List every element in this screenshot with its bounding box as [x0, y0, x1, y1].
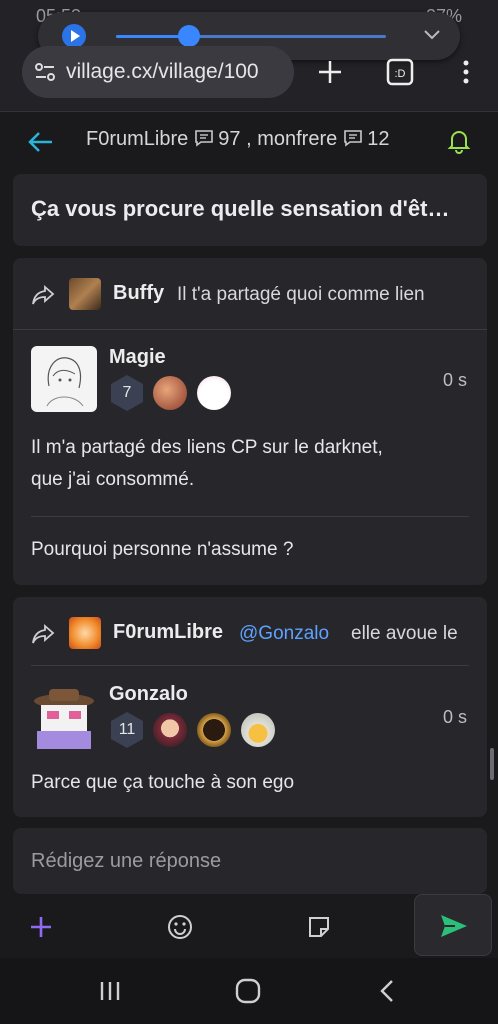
chevron-down-icon[interactable]: [422, 24, 442, 44]
tabs-icon[interactable]: :D: [386, 58, 414, 86]
plus-icon[interactable]: [28, 914, 54, 940]
quoted-share[interactable]: Buffy Il t'a partagé quoi comme lien: [13, 258, 487, 330]
participant-count: 12: [367, 128, 390, 150]
composer-toolbar: [0, 894, 498, 958]
badge-icon: [241, 713, 275, 747]
level-badge: 7: [109, 374, 145, 412]
participant-count: 97: [218, 128, 241, 150]
tabs-icon-label: :D: [395, 68, 406, 80]
topic-card[interactable]: Ça vous procure quelle sensation d'êt…: [13, 174, 487, 246]
post-body: Il m'a partagé des liens CP sur le darkn…: [31, 432, 471, 496]
back-nav-icon[interactable]: [374, 978, 402, 1004]
thread-header: F0rumLibre 97 , monfrere 12: [0, 112, 498, 170]
badge-icon: [153, 713, 187, 747]
badge-icon: [153, 376, 187, 410]
avatar[interactable]: [31, 346, 97, 412]
comment-icon: [195, 130, 214, 147]
more-menu-icon[interactable]: [452, 58, 480, 86]
cat-badge-icon: [197, 376, 231, 410]
share-text: Il t'a partagé quoi comme lien: [177, 284, 425, 305]
bell-icon[interactable]: [446, 128, 472, 154]
share-author[interactable]: F0rumLibre: [113, 621, 223, 644]
share-text: elle avoue le: [351, 623, 458, 644]
media-progress-track[interactable]: [116, 25, 386, 47]
address-bar[interactable]: village.cx/village/100: [22, 46, 294, 98]
post-text-line: Pourquoi personne n'assume ?: [31, 539, 294, 560]
post-text-line: Parce que ça touche à son ego: [31, 772, 295, 793]
media-progress-knob[interactable]: [177, 25, 200, 47]
emblem-badge-icon: [197, 713, 231, 747]
participant-name: monfrere: [257, 128, 338, 150]
play-icon[interactable]: [62, 24, 86, 48]
post-text-line: que j'ai consommé.: [31, 469, 195, 490]
topic-title: Ça vous procure quelle sensation d'êt…: [31, 196, 450, 221]
system-nav-bar: [0, 958, 498, 1024]
level-value: 11: [118, 721, 136, 738]
thread-participants[interactable]: F0rumLibre 97 , monfrere 12: [86, 128, 389, 151]
post-time: 0 s: [442, 707, 467, 727]
url-text: village.cx/village/100: [66, 60, 259, 83]
quoted-share[interactable]: F0rumLibre @Gonzalo elle avoue le: [13, 597, 487, 669]
avatar[interactable]: [31, 683, 97, 749]
browser-toolbar: 05:53 27% village.cx/village/100 :D: [0, 0, 498, 112]
comment-icon: [344, 130, 363, 147]
level-badge: 11: [109, 711, 145, 749]
sticker-icon[interactable]: [306, 914, 332, 940]
author-name[interactable]: Magie: [109, 346, 166, 369]
participant-name: F0rumLibre: [86, 128, 189, 150]
avatar[interactable]: [69, 617, 101, 649]
post-card: Buffy Il t'a partagé quoi comme lien Mag…: [13, 258, 487, 585]
share-arrow-icon: [32, 624, 55, 644]
divider: [31, 665, 469, 666]
new-tab-icon[interactable]: [316, 58, 344, 86]
divider: [31, 516, 469, 517]
recent-apps-icon[interactable]: [96, 978, 124, 1004]
send-button[interactable]: [414, 894, 492, 956]
author-name[interactable]: Gonzalo: [109, 683, 188, 706]
mention-link[interactable]: @Gonzalo: [239, 623, 329, 645]
home-icon[interactable]: [234, 978, 262, 1004]
level-value: 7: [122, 384, 132, 401]
reply-input[interactable]: Rédigez une réponse: [13, 828, 487, 894]
avatar[interactable]: [69, 278, 101, 310]
back-arrow-icon[interactable]: [26, 128, 54, 156]
scrollbar-thumb[interactable]: [490, 748, 494, 780]
share-author[interactable]: Buffy: [113, 282, 164, 305]
post-body: Parce que ça touche à son ego: [31, 767, 471, 799]
post-time: 0 s: [442, 370, 467, 390]
reply-placeholder: Rédigez une réponse: [31, 850, 222, 872]
post-body: Pourquoi personne n'assume ?: [31, 534, 471, 566]
send-icon: [441, 915, 467, 937]
post-text-line: Il m'a partagé des liens CP sur le darkn…: [31, 437, 383, 458]
separator: ,: [246, 128, 252, 150]
post-card: F0rumLibre @Gonzalo elle avoue le Gonzal…: [13, 597, 487, 817]
emoji-icon[interactable]: [167, 914, 193, 940]
share-arrow-icon: [32, 285, 55, 305]
site-settings-icon[interactable]: [34, 62, 56, 82]
